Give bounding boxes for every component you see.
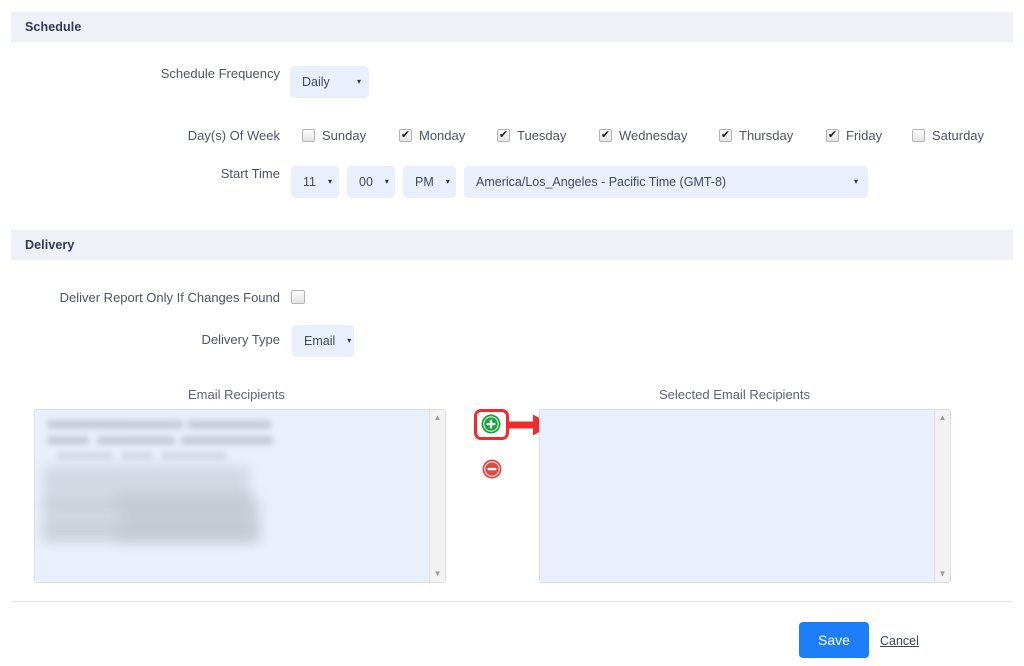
schedule-delivery-form: Schedule Schedule Frequency Daily ▾ Day(… <box>0 0 1024 666</box>
start-time-label: Start Time <box>220 166 280 181</box>
delivery-type-select[interactable]: Email ▾ <box>292 325 354 357</box>
checkbox-friday-box[interactable]: ✔ <box>826 129 839 142</box>
day-label-monday: Monday <box>419 128 466 143</box>
schedule-frequency-select[interactable]: Daily ▾ <box>290 66 369 98</box>
add-recipient-button[interactable] <box>481 414 501 434</box>
checkbox-monday-box[interactable]: ✔ <box>399 129 412 142</box>
schedule-frequency-label: Schedule Frequency <box>160 66 280 81</box>
field-label-delivery-type: Delivery Type <box>0 332 280 347</box>
selected-email-recipients-list[interactable] <box>540 410 934 582</box>
field-label-schedule-frequency: Schedule Frequency <box>0 66 280 81</box>
schedule-frequency-value: Daily <box>302 75 330 89</box>
day-checkbox-tuesday[interactable]: ✔ Tuesday <box>497 128 566 143</box>
section-title-delivery: Delivery <box>25 238 75 252</box>
email-recipients-list[interactable] <box>35 410 429 582</box>
delivery-type-label: Delivery Type <box>201 332 280 347</box>
chevron-down-icon: ▾ <box>853 177 858 186</box>
day-label-wednesday: Wednesday <box>619 128 688 143</box>
chevron-down-icon: ▾ <box>327 177 332 186</box>
start-time-meridiem-value: PM <box>415 175 434 189</box>
selected-email-recipients-listbox[interactable]: ▲ ▼ <box>539 409 951 583</box>
email-recipients-scrollbar[interactable]: ▲ ▼ <box>429 410 445 582</box>
scroll-down-arrow-icon[interactable]: ▼ <box>434 566 442 582</box>
chevron-down-icon: ▾ <box>445 177 450 186</box>
day-label-saturday: Saturday <box>932 128 985 143</box>
start-time-hour-select[interactable]: 11 ▾ <box>291 166 339 198</box>
field-label-changes-only: Deliver Report Only If Changes Found <box>0 290 280 305</box>
day-checkbox-saturday[interactable]: ✔ Saturday <box>912 128 984 143</box>
day-checkbox-thursday[interactable]: ✔ Thursday <box>719 128 793 143</box>
checkbox-tuesday-box[interactable]: ✔ <box>497 129 510 142</box>
checkbox-wednesday-box[interactable]: ✔ <box>599 129 612 142</box>
day-checkbox-sunday[interactable]: ✔ Sunday <box>302 128 366 143</box>
day-label-sunday: Sunday <box>322 128 367 143</box>
scroll-down-arrow-icon[interactable]: ▼ <box>939 566 947 582</box>
checkbox-thursday-box[interactable]: ✔ <box>719 129 732 142</box>
selected-email-recipients-scrollbar[interactable]: ▲ ▼ <box>934 410 950 582</box>
day-label-thursday: Thursday <box>739 128 794 143</box>
changes-only-checkbox[interactable]: ✔ <box>291 290 305 304</box>
timezone-value: America/Los_Angeles - Pacific Time (GMT-… <box>476 175 727 189</box>
checkbox-saturday-box[interactable]: ✔ <box>912 129 925 142</box>
cancel-link[interactable]: Cancel <box>880 634 919 648</box>
days-of-week-label: Day(s) Of Week <box>187 128 280 143</box>
start-time-hour-value: 11 <box>303 175 316 189</box>
section-header-schedule: Schedule <box>11 12 1013 42</box>
footer-divider <box>11 601 1013 602</box>
section-title-schedule: Schedule <box>25 20 82 34</box>
save-button[interactable]: Save <box>799 622 869 658</box>
email-recipients-label: Email Recipients <box>188 387 285 402</box>
day-checkbox-friday[interactable]: ✔ Friday <box>826 128 882 143</box>
chevron-down-icon: ▾ <box>347 336 352 345</box>
scroll-up-arrow-icon[interactable]: ▲ <box>434 410 442 426</box>
field-label-start-time: Start Time <box>0 166 280 181</box>
start-time-minute-select[interactable]: 00 ▾ <box>347 166 395 198</box>
chevron-down-icon: ▾ <box>384 177 389 186</box>
day-checkbox-wednesday[interactable]: ✔ Wednesday <box>599 128 687 143</box>
section-header-delivery: Delivery <box>11 230 1013 260</box>
scroll-up-arrow-icon[interactable]: ▲ <box>939 410 947 426</box>
changes-only-label: Deliver Report Only If Changes Found <box>59 290 280 305</box>
day-label-tuesday: Tuesday <box>517 128 567 143</box>
day-checkbox-monday[interactable]: ✔ Monday <box>399 128 465 143</box>
redacted-recipients-content <box>35 410 429 582</box>
email-recipients-listbox[interactable]: ▲ ▼ <box>34 409 446 583</box>
timezone-select[interactable]: America/Los_Angeles - Pacific Time (GMT-… <box>464 166 868 198</box>
remove-recipient-button[interactable] <box>482 459 502 479</box>
day-label-friday: Friday <box>846 128 883 143</box>
checkbox-changes-only-box[interactable]: ✔ <box>291 290 305 304</box>
delivery-type-value: Email <box>304 334 336 348</box>
selected-email-recipients-label: Selected Email Recipients <box>659 387 811 402</box>
start-time-meridiem-select[interactable]: PM ▾ <box>403 166 456 198</box>
field-label-days-of-week: Day(s) Of Week <box>0 128 280 143</box>
start-time-minute-value: 00 <box>359 175 373 189</box>
chevron-down-icon: ▾ <box>356 77 361 86</box>
checkbox-sunday-box[interactable]: ✔ <box>302 129 315 142</box>
